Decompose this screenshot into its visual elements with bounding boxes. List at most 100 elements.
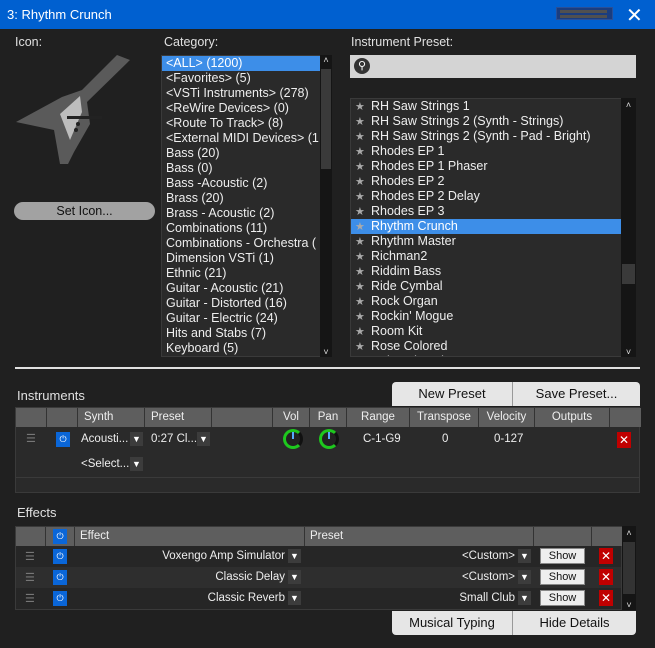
favorite-star-icon[interactable]: ★ xyxy=(355,310,371,325)
preset-item[interactable]: ★ Rose Colored xyxy=(351,339,621,354)
favorite-star-icon[interactable]: ★ xyxy=(355,265,371,280)
effect-preset-chevron-icon[interactable]: ▼ xyxy=(518,549,531,563)
category-item[interactable]: Keyboard (5) xyxy=(162,341,320,356)
power-icon[interactable]: ⏻ xyxy=(53,570,67,585)
effect-dropdown-chevron-icon[interactable]: ▼ xyxy=(288,591,301,605)
show-button[interactable]: Show xyxy=(540,548,585,564)
set-icon-button[interactable]: Set Icon... xyxy=(14,202,155,220)
header-vol[interactable]: Vol xyxy=(273,408,310,427)
show-button[interactable]: Show xyxy=(540,590,585,606)
preset-item[interactable]: ★ Rockin' Mogue xyxy=(351,309,621,324)
save-preset-button[interactable]: Save Preset... xyxy=(513,382,640,406)
new-preset-button[interactable]: New Preset xyxy=(392,382,513,406)
preset-item[interactable]: ★ Riddim Bass xyxy=(351,264,621,279)
category-item[interactable]: Bass (0) xyxy=(162,161,320,176)
category-item[interactable]: <Route To Track> (8) xyxy=(162,116,320,131)
category-item[interactable]: Guitar - Acoustic (21) xyxy=(162,281,320,296)
preset-item[interactable]: ★ Rhodes EP 2 Delay xyxy=(351,189,621,204)
category-item[interactable]: Guitar - Distorted (16) xyxy=(162,296,320,311)
effect-dropdown-chevron-icon[interactable]: ▼ xyxy=(288,549,301,563)
effect-preset-chevron-icon[interactable]: ▼ xyxy=(518,570,531,584)
category-list[interactable]: <ALL> (1200) <Favorites> (5) <VSTi Instrum… xyxy=(161,55,321,357)
preset-item[interactable]: ★ RH Saw Strings 1 xyxy=(351,99,621,114)
close-icon[interactable]: ✕ xyxy=(626,3,643,28)
transpose-value[interactable]: 0 xyxy=(442,433,448,445)
header-range[interactable]: Range xyxy=(347,408,410,427)
category-item[interactable]: Combinations - Orchestra ( xyxy=(162,236,320,251)
preset-item[interactable]: ★ Rhodes EP 3 xyxy=(351,204,621,219)
power-icon[interactable]: ⏻ xyxy=(53,549,67,564)
effects-scrollbar[interactable]: ˄ ˅ xyxy=(622,526,636,610)
category-item[interactable]: Combinations (11) xyxy=(162,221,320,236)
category-item[interactable]: <ReWire Devices> (0) xyxy=(162,101,320,116)
category-item[interactable]: Brass (20) xyxy=(162,191,320,206)
preset-scrollbar[interactable]: ˄ ˅ xyxy=(621,98,636,357)
preset-item[interactable]: ★ Rhythm Crunch xyxy=(351,219,621,234)
header-effect[interactable]: Effect xyxy=(75,527,305,546)
header-pan[interactable]: Pan xyxy=(310,408,347,427)
drag-handle-icon[interactable]: ☰ xyxy=(26,432,36,445)
favorite-star-icon[interactable]: ★ xyxy=(355,175,371,190)
category-item[interactable]: <External MIDI Devices> (1 xyxy=(162,131,320,146)
category-item[interactable]: Bass -Acoustic (2) xyxy=(162,176,320,191)
preset-dropdown-chevron-icon[interactable]: ▼ xyxy=(197,432,210,446)
favorite-star-icon[interactable]: ★ xyxy=(355,295,371,310)
category-item[interactable]: Dimension VSTi (1) xyxy=(162,251,320,266)
header-preset[interactable]: Preset xyxy=(145,408,212,427)
hide-details-button[interactable]: Hide Details xyxy=(513,611,636,635)
show-button[interactable]: Show xyxy=(540,569,585,585)
preset-item[interactable]: ★ Richman2 xyxy=(351,249,621,264)
favorite-star-icon[interactable]: ★ xyxy=(355,325,371,340)
favorite-star-icon[interactable]: ★ xyxy=(355,160,371,175)
preset-item[interactable]: ★ Rock Organ xyxy=(351,294,621,309)
favorite-star-icon[interactable]: ★ xyxy=(355,280,371,295)
volume-knob[interactable] xyxy=(283,429,303,449)
favorite-star-icon[interactable]: ★ xyxy=(355,355,371,356)
drag-handle-icon[interactable]: ☰ xyxy=(25,571,35,584)
musical-typing-button[interactable]: Musical Typing xyxy=(392,611,513,635)
preset-item[interactable]: ★ Rhythm Master xyxy=(351,234,621,249)
category-item[interactable]: Brass - Acoustic (2) xyxy=(162,206,320,221)
preset-item[interactable]: ★ RH Saw Strings 2 (Synth - Pad - Bright) xyxy=(351,129,621,144)
preset-item[interactable]: ★ Room Kit xyxy=(351,324,621,339)
synth-dropdown-chevron-icon[interactable]: ▼ xyxy=(130,432,143,446)
favorite-star-icon[interactable]: ★ xyxy=(355,190,371,205)
category-item[interactable]: Guitar - Electric (24) xyxy=(162,311,320,326)
power-icon[interactable]: ⏻ xyxy=(56,432,70,447)
category-item[interactable]: <ALL> (1200) xyxy=(162,56,320,71)
drag-handle-icon[interactable]: ☰ xyxy=(25,592,35,605)
header-transpose[interactable]: Transpose xyxy=(410,408,479,427)
pan-knob[interactable] xyxy=(319,429,339,449)
category-item[interactable]: Hits and Stabs (7) xyxy=(162,326,320,341)
favorite-star-icon[interactable]: ★ xyxy=(355,220,371,235)
favorite-star-icon[interactable]: ★ xyxy=(355,130,371,145)
favorite-star-icon[interactable]: ★ xyxy=(355,205,371,220)
category-item[interactable]: <Favorites> (5) xyxy=(162,71,320,86)
favorite-star-icon[interactable]: ★ xyxy=(355,340,371,355)
preset-item[interactable]: ★ Rhodes EP 1 Phaser xyxy=(351,159,621,174)
delete-icon[interactable]: ✕ xyxy=(599,548,613,564)
category-item[interactable]: <VSTi Instruments> (278) xyxy=(162,86,320,101)
drag-handle-icon[interactable]: ☰ xyxy=(25,550,35,563)
favorite-star-icon[interactable]: ★ xyxy=(355,235,371,250)
power-icon[interactable]: ⏻ xyxy=(53,591,67,606)
velocity-value[interactable]: 0-127 xyxy=(494,433,523,445)
range-value[interactable]: C-1-G9 xyxy=(363,433,401,445)
category-item[interactable]: Ethnic (21) xyxy=(162,266,320,281)
preset-item[interactable]: ★Rub-Dub-Dub xyxy=(351,354,621,356)
preset-item[interactable]: ★ Rhodes EP 2 xyxy=(351,174,621,189)
category-scrollbar[interactable]: ˄ ˅ xyxy=(320,55,332,357)
favorite-star-icon[interactable]: ★ xyxy=(355,250,371,265)
header-synth[interactable]: Synth xyxy=(78,408,145,427)
preset-item[interactable]: ★ RH Saw Strings 2 (Synth - Strings) xyxy=(351,114,621,129)
preset-item[interactable]: ★ Rhodes EP 1 xyxy=(351,144,621,159)
delete-icon[interactable]: ✕ xyxy=(617,432,631,448)
effect-dropdown-chevron-icon[interactable]: ▼ xyxy=(288,570,301,584)
preset-item[interactable]: ★ Ride Cymbal xyxy=(351,279,621,294)
favorite-star-icon[interactable]: ★ xyxy=(355,145,371,160)
preset-search-input[interactable] xyxy=(350,55,636,78)
select-synth-placeholder[interactable]: <Select... xyxy=(81,458,129,470)
delete-icon[interactable]: ✕ xyxy=(599,590,613,606)
header-preset[interactable]: Preset xyxy=(305,527,534,546)
header-velocity[interactable]: Velocity xyxy=(479,408,535,427)
